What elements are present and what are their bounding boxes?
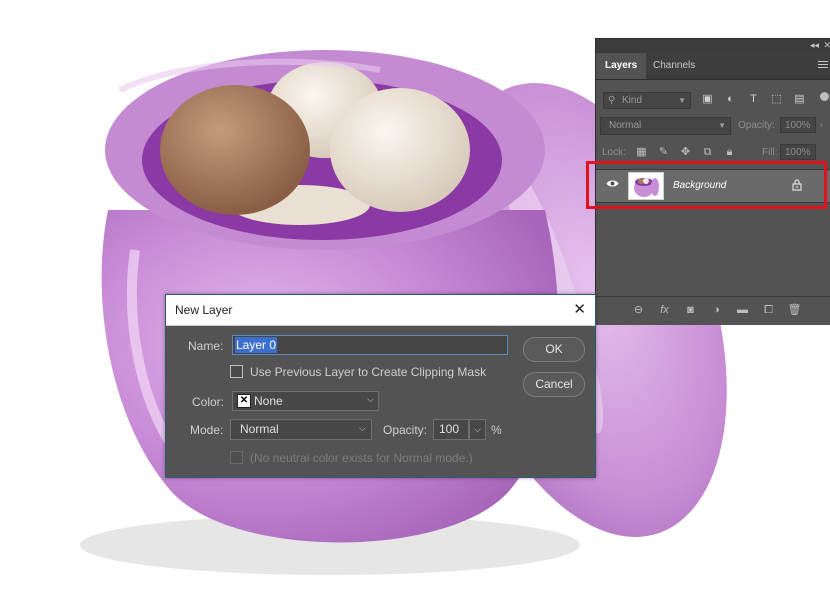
- filter-kind-label: Kind: [622, 95, 643, 106]
- new-layer-dialog: New Layer ✕ Name: Layer 0 Use Previous L…: [165, 294, 596, 478]
- panel-bottom-toolbar: ⊖ fx ◙ ◑ ▬ ⧠ 🗑︎: [596, 296, 830, 325]
- chevron-down-icon: ⌵: [367, 394, 374, 404]
- opacity-field[interactable]: 100%: [780, 117, 816, 133]
- lock-all-icon[interactable]: 🔒︎: [722, 146, 737, 159]
- color-value: None: [254, 394, 283, 408]
- tab-channels[interactable]: Channels: [644, 53, 704, 79]
- fx-icon[interactable]: fx: [656, 304, 673, 316]
- lock-row: Lock: ▦ ✎ ✥ ⧉ 🔒︎ Fill: 100%: [596, 143, 830, 163]
- name-label: Name:: [188, 339, 224, 353]
- opacity-input[interactable]: 100: [433, 419, 469, 440]
- trash-icon[interactable]: 🗑︎: [786, 303, 803, 316]
- adjustment-filter-icon[interactable]: ◐: [723, 93, 738, 105]
- close-icon[interactable]: ✕: [573, 300, 586, 318]
- clipping-mask-checkbox[interactable]: [230, 365, 243, 378]
- blend-mode-select[interactable]: Normal ▼: [600, 117, 731, 135]
- chevron-down-icon: ▼: [718, 121, 726, 130]
- filter-icons: ▣ ◐ T ⬚ ▤: [700, 92, 815, 105]
- close-panel-icon[interactable]: ✕: [823, 40, 830, 51]
- adjustment-layer-icon[interactable]: ◑: [708, 304, 725, 316]
- mode-value: Normal: [240, 422, 279, 436]
- folder-icon[interactable]: ▬: [734, 304, 751, 316]
- name-input-value: Layer 0: [235, 337, 278, 353]
- lock-transparent-icon[interactable]: ▦: [634, 145, 649, 158]
- panel-topbar: ◂◂ ✕: [596, 39, 830, 53]
- panel-menu-icon[interactable]: [818, 61, 828, 70]
- name-input[interactable]: Layer 0: [232, 335, 508, 355]
- opacity-caret-icon[interactable]: ›: [820, 120, 823, 129]
- filter-kind-select[interactable]: ⚲ Kind ▼: [603, 92, 691, 109]
- lock-artboard-icon[interactable]: ⧉: [700, 146, 715, 159]
- fill-label: Fill:: [762, 147, 778, 158]
- no-color-icon: ✕: [237, 394, 251, 408]
- pixel-filter-icon[interactable]: ▣: [700, 92, 715, 105]
- collapse-panels-icon[interactable]: ◂◂: [810, 40, 819, 51]
- mode-select[interactable]: Normal ⌵: [230, 419, 372, 440]
- chevron-down-icon: ▼: [678, 96, 686, 105]
- panel-tabs: Layers Channels: [596, 53, 830, 80]
- percent-label: %: [491, 423, 502, 437]
- filter-toggle-icon[interactable]: [820, 92, 829, 101]
- opacity-dropdown-button[interactable]: ⌵: [469, 419, 486, 440]
- blend-mode-value: Normal: [609, 120, 642, 131]
- type-filter-icon[interactable]: T: [746, 93, 761, 105]
- cancel-button[interactable]: Cancel: [523, 372, 585, 397]
- add-mask-icon[interactable]: ◙: [682, 304, 699, 316]
- opacity-label: Opacity:: [738, 120, 775, 131]
- filter-row: ⚲ Kind ▼ ▣ ◐ T ⬚ ▤: [596, 89, 830, 111]
- lock-label: Lock:: [602, 147, 626, 158]
- color-select[interactable]: ✕ None ⌵: [232, 391, 379, 411]
- blend-row: Normal ▼ Opacity: 100% ›: [596, 117, 830, 137]
- neutral-color-checkbox: [230, 451, 243, 464]
- color-label: Color:: [192, 395, 225, 409]
- fill-field[interactable]: 100%: [780, 144, 816, 160]
- dialog-title: New Layer: [175, 303, 233, 317]
- ok-button[interactable]: OK: [523, 337, 585, 362]
- link-layers-icon[interactable]: ⊖: [630, 303, 647, 316]
- chevron-down-icon: ⌵: [359, 423, 366, 433]
- smart-object-filter-icon[interactable]: ▤: [792, 92, 807, 105]
- mode-label: Mode:: [190, 423, 224, 437]
- opacity-value: 100: [439, 422, 460, 436]
- highlight-annotation-box: [586, 161, 827, 209]
- search-icon: ⚲: [608, 95, 616, 106]
- dialog-titlebar: New Layer ✕: [166, 295, 595, 326]
- bottom-icons: ⊖ fx ◙ ◑ ▬ ⧠ 🗑︎: [630, 303, 812, 317]
- lock-image-icon[interactable]: ✎: [656, 145, 671, 158]
- new-layer-icon[interactable]: ⧠: [760, 304, 777, 317]
- lock-icons: ▦ ✎ ✥ ⧉ 🔒︎: [634, 145, 744, 159]
- opacity-label: Opacity:: [383, 423, 428, 437]
- clipping-mask-label[interactable]: Use Previous Layer to Create Clipping Ma…: [250, 365, 486, 379]
- shape-filter-icon[interactable]: ⬚: [769, 92, 784, 105]
- neutral-color-label: (No neutral color exists for Normal mode…: [250, 451, 473, 465]
- tab-layers[interactable]: Layers: [596, 53, 647, 79]
- lock-position-icon[interactable]: ✥: [678, 145, 693, 158]
